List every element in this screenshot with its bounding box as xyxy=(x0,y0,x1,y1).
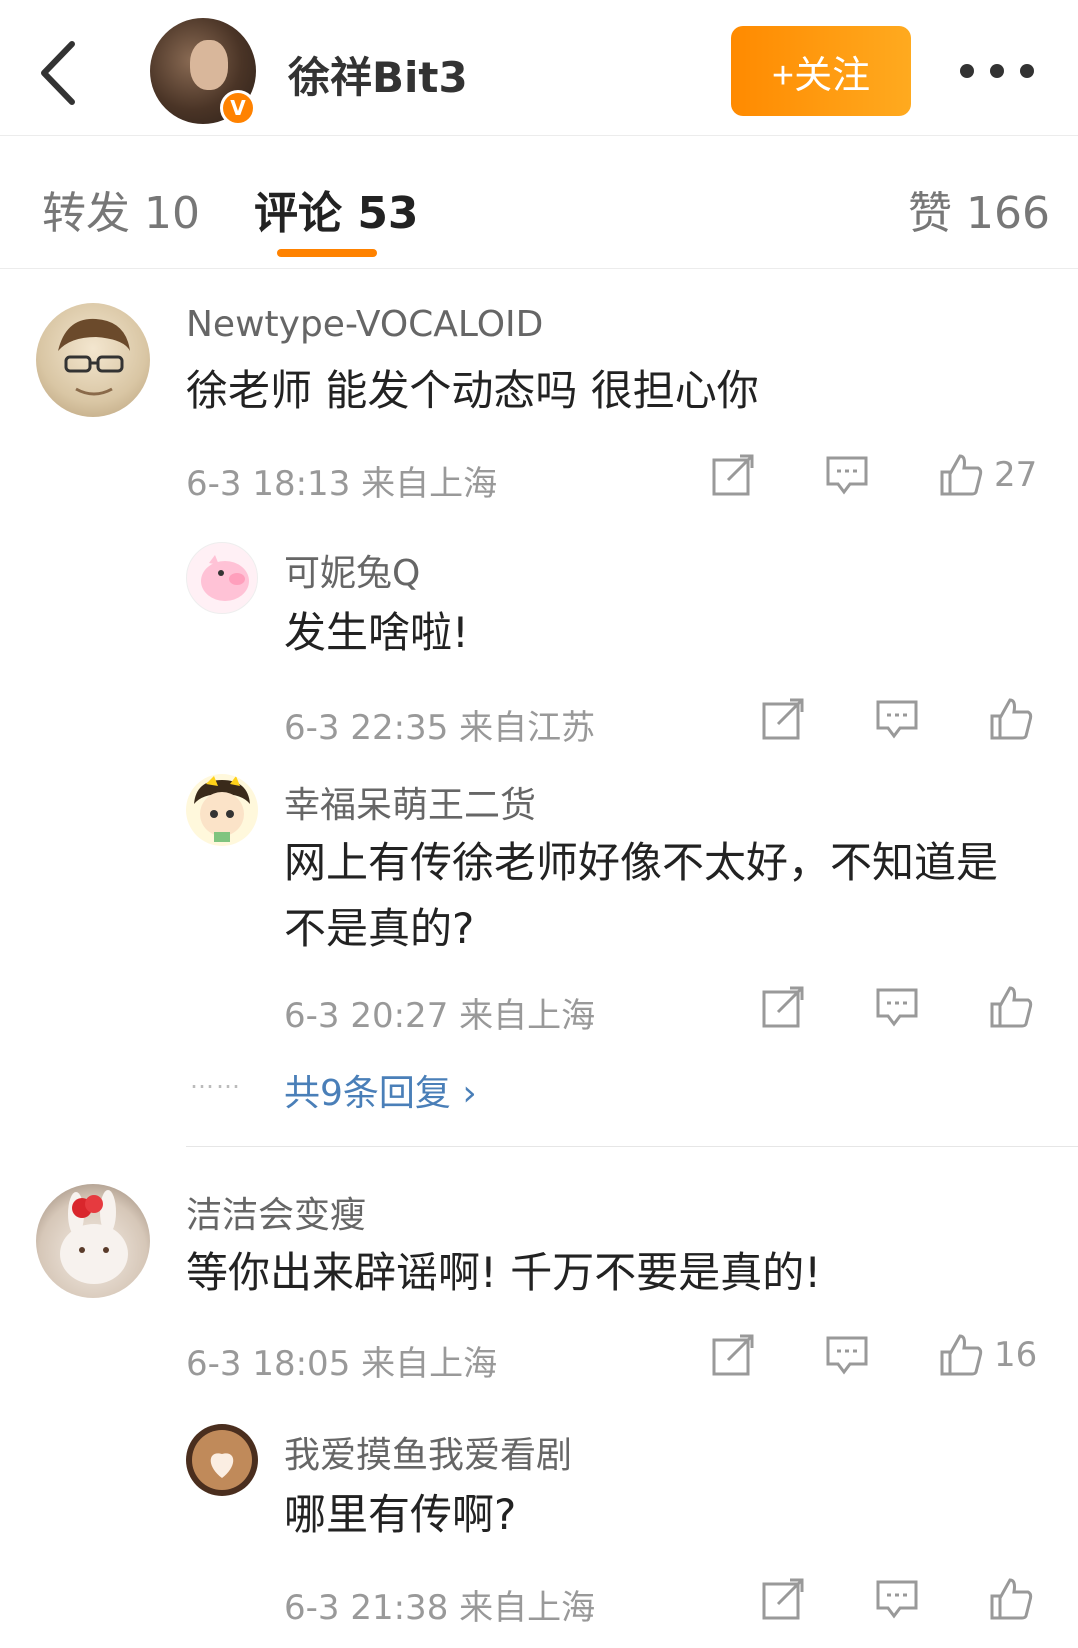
tab-bar: 转发 10 评论 53 赞 166 xyxy=(0,137,1078,269)
reply-button[interactable] xyxy=(874,1576,920,1622)
share-icon xyxy=(762,698,804,740)
reply-user-name[interactable]: 我爱摸鱼我爱看剧 xyxy=(284,1426,572,1478)
tab-reposts[interactable]: 转发 10 xyxy=(42,177,200,241)
comment-meta: 6-3 18:13 来自上海 xyxy=(186,464,498,504)
avatar-face xyxy=(190,40,228,90)
thumbs-up-icon xyxy=(990,986,1033,1028)
tab-comments[interactable]: 评论 53 xyxy=(254,177,419,241)
verified-badge: V xyxy=(220,90,256,126)
thumbs-up-icon xyxy=(990,698,1033,740)
thumbs-up-icon xyxy=(940,454,983,496)
forward-button[interactable] xyxy=(760,1576,806,1622)
replies-connector: …… xyxy=(190,1066,242,1094)
forward-button[interactable] xyxy=(710,1332,756,1378)
comment-meta: 6-3 18:05 来自上海 xyxy=(186,1344,498,1384)
reply-actions xyxy=(760,984,1060,1032)
comment-actions: 27 xyxy=(710,452,1050,500)
comment-actions: 16 xyxy=(710,1332,1050,1380)
reply-avatar[interactable] xyxy=(186,542,258,614)
pig-avatar-illustration xyxy=(201,555,249,601)
comment-icon xyxy=(876,700,918,739)
comment-text: 等你出来辟谣啊! 千万不要是真的! xyxy=(186,1248,822,1297)
comment-icon xyxy=(826,456,868,495)
like-button[interactable]: 27 xyxy=(938,452,1037,498)
like-button[interactable] xyxy=(988,696,1034,742)
reply-meta: 6-3 22:35 来自江苏 xyxy=(284,708,596,748)
like-button[interactable]: 16 xyxy=(938,1332,1037,1378)
profile-avatar[interactable]: V xyxy=(150,18,256,126)
reply-actions xyxy=(760,696,1060,744)
forward-button[interactable] xyxy=(760,984,806,1030)
forward-button[interactable] xyxy=(760,696,806,742)
commenter-avatar[interactable] xyxy=(36,303,150,417)
follow-button[interactable]: +关注 xyxy=(731,26,911,116)
more-dot xyxy=(960,64,974,78)
view-more-replies-link[interactable]: 共9条回复 › xyxy=(284,1064,477,1116)
comment-icon xyxy=(826,1336,868,1375)
back-button[interactable] xyxy=(36,38,86,108)
more-options-button[interactable] xyxy=(960,56,1060,86)
reply-meta: 6-3 21:38 来自上海 xyxy=(284,1588,596,1628)
reply-meta: 6-3 20:27 来自上海 xyxy=(284,996,596,1036)
like-count: 16 xyxy=(994,1335,1038,1375)
reply-text: 发生啥啦! xyxy=(284,608,469,657)
top-bar: V 徐祥Bit3 +关注 xyxy=(0,0,1078,136)
thumbs-up-icon xyxy=(990,1578,1033,1620)
share-icon xyxy=(712,1334,754,1376)
comment-icon xyxy=(876,1580,918,1619)
like-button[interactable] xyxy=(988,1576,1034,1622)
comment-divider xyxy=(186,1146,1078,1147)
reply-avatar[interactable] xyxy=(186,774,258,846)
reply-text: 哪里有传啊? xyxy=(284,1490,517,1539)
reply-text: 网上有传徐老师好像不太好，不知道是不是真的? xyxy=(284,838,999,953)
avatar-illustration xyxy=(58,318,130,396)
reply-button[interactable] xyxy=(874,696,920,742)
thumbs-up-icon xyxy=(940,1334,983,1376)
reply-button[interactable] xyxy=(874,984,920,1030)
share-icon xyxy=(762,1578,804,1620)
cartoon-avatar-illustration xyxy=(194,776,250,842)
commenter-avatar[interactable] xyxy=(36,1184,150,1298)
like-count: 27 xyxy=(994,455,1038,495)
rabbit-avatar-illustration xyxy=(60,1190,128,1284)
more-dot xyxy=(1020,64,1034,78)
chevron-left-icon xyxy=(41,41,75,105)
share-icon xyxy=(712,454,754,496)
reply-button[interactable] xyxy=(824,452,870,498)
active-tab-indicator xyxy=(277,249,377,257)
comment-text: 徐老师 能发个动态吗 很担心你 xyxy=(186,366,759,415)
profile-name[interactable]: 徐祥Bit3 xyxy=(288,44,468,105)
more-dot xyxy=(990,64,1004,78)
reply-user-name[interactable]: 幸福呆萌王二货 xyxy=(284,776,536,828)
commenter-name[interactable]: 洁洁会变瘦 xyxy=(186,1186,366,1238)
comment-icon xyxy=(876,988,918,1027)
tab-likes[interactable]: 赞 166 xyxy=(908,177,1050,241)
share-icon xyxy=(762,986,804,1028)
commenter-name[interactable]: Newtype-VOCALOID xyxy=(186,304,543,345)
reply-avatar[interactable] xyxy=(186,1424,258,1496)
like-button[interactable] xyxy=(988,984,1034,1030)
reply-button[interactable] xyxy=(824,1332,870,1378)
reply-actions xyxy=(760,1576,1060,1624)
reply-user-name[interactable]: 可妮兔Q xyxy=(284,544,420,596)
forward-button[interactable] xyxy=(710,452,756,498)
latte-art-avatar-illustration xyxy=(192,1430,252,1490)
